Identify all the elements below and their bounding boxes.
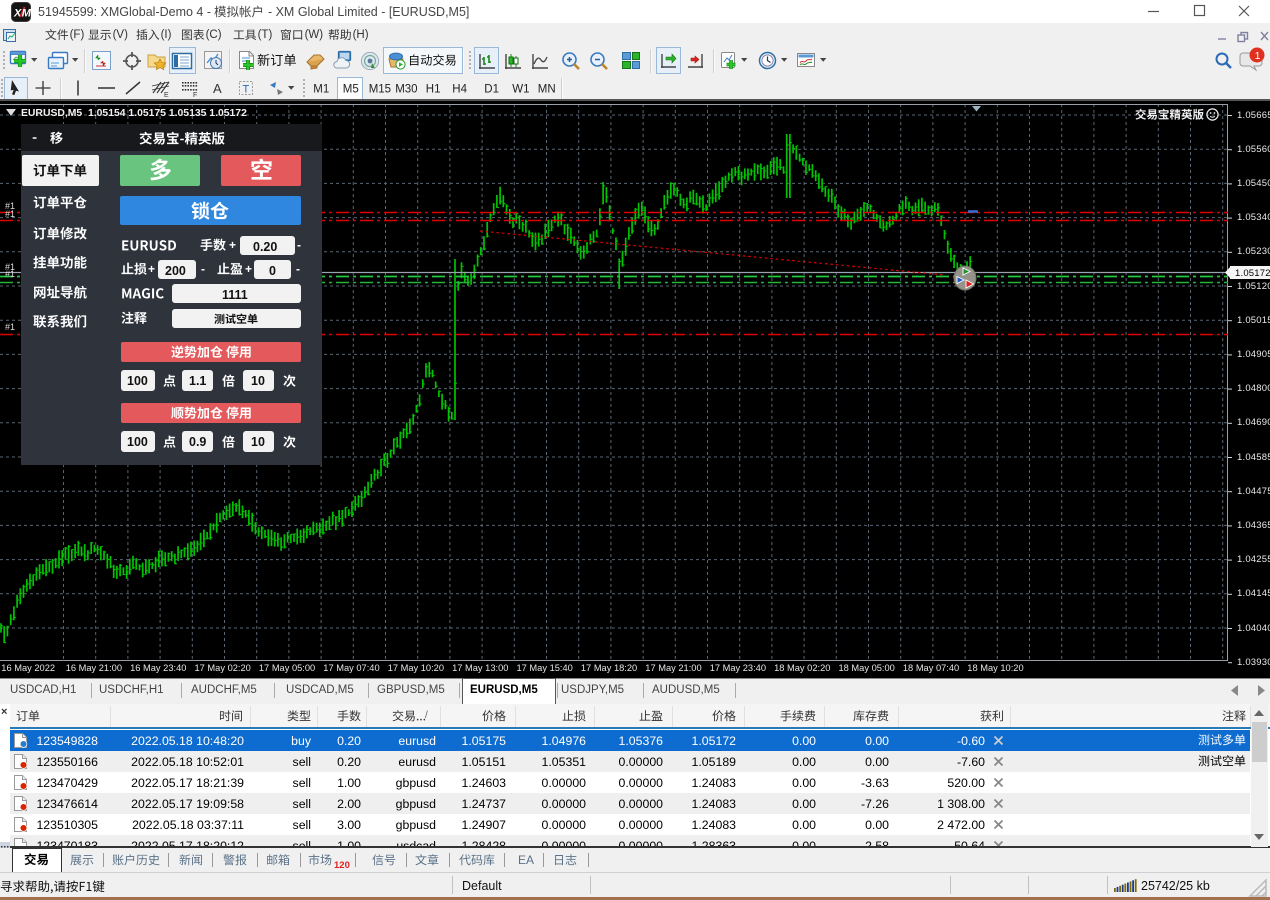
- svg-text:X: X: [13, 8, 22, 20]
- svg-text:MN: MN: [538, 84, 556, 96]
- svg-text:1: 1: [1255, 50, 1261, 62]
- svg-text:T: T: [243, 84, 250, 96]
- svg-text:M: M: [22, 8, 32, 20]
- svg-text:M1: M1: [313, 84, 329, 96]
- svg-text:M5: M5: [343, 84, 359, 96]
- svg-text:M15: M15: [369, 84, 391, 96]
- svg-text:D1: D1: [484, 84, 499, 96]
- svg-text:#1: #1: [5, 269, 15, 279]
- svg-text:#1: #1: [5, 322, 15, 332]
- svg-text:F: F: [193, 92, 197, 99]
- svg-text:W1: W1: [512, 84, 529, 96]
- svg-text:H1: H1: [426, 84, 441, 96]
- svg-text:A: A: [213, 81, 222, 96]
- svg-text:H4: H4: [452, 84, 467, 96]
- svg-text:M30: M30: [395, 84, 417, 96]
- svg-text:#1: #1: [5, 209, 15, 219]
- svg-text:E: E: [164, 92, 169, 99]
